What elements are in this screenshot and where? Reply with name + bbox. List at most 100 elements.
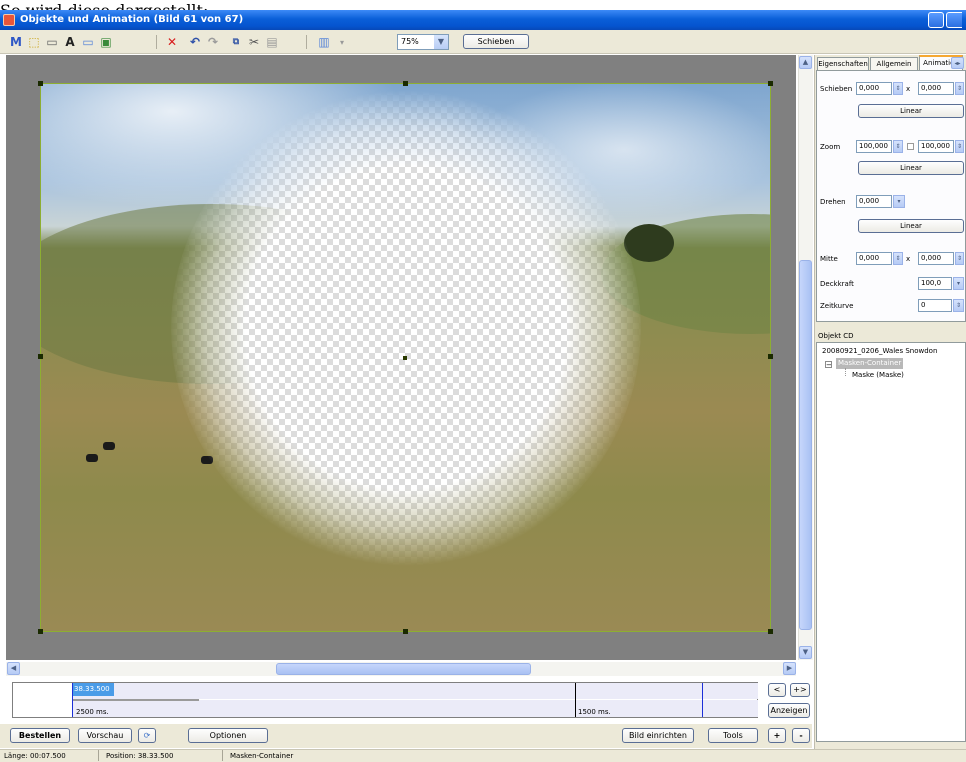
timeline-right-duration: 1500 ms. <box>578 708 611 716</box>
text-a-icon[interactable]: A <box>62 34 78 50</box>
resize-handle[interactable] <box>768 81 773 86</box>
zoom-x-input[interactable]: 100,000 <box>856 140 892 153</box>
opacity-dropdown-icon[interactable]: ▾ <box>953 277 964 290</box>
horizontal-scroll-thumb[interactable] <box>276 663 531 675</box>
spin-icon[interactable]: ⇕ <box>893 252 903 265</box>
add-button[interactable]: + <box>768 728 786 743</box>
remove-button[interactable]: - <box>792 728 810 743</box>
vertical-scroll-thumb[interactable] <box>799 260 812 630</box>
move-y-input[interactable]: 0,000 <box>918 82 954 95</box>
tree-item-image[interactable]: 20080921_0206_Wales Snowdon <box>822 346 937 357</box>
opacity-input[interactable]: 100,0 <box>918 277 952 290</box>
resize-handle[interactable] <box>768 354 773 359</box>
tree-collapse-icon[interactable]: − <box>825 361 832 369</box>
copy-style-icon[interactable]: ⧉ <box>228 34 244 50</box>
align-dropdown-icon[interactable]: ▾ <box>334 34 350 50</box>
rotate-dropdown-icon[interactable]: ▾ <box>893 195 905 208</box>
redo-icon[interactable]: ↷ <box>205 34 221 50</box>
preview-button[interactable]: Vorschau <box>78 728 132 743</box>
timeline-selected-time[interactable]: 38.33.500 <box>72 683 114 696</box>
scroll-down-icon[interactable]: ▼ <box>799 646 812 659</box>
window-titlebar: Objekte und Animation (Bild 61 von 67) <box>0 10 966 30</box>
tools-button[interactable]: Tools <box>708 728 758 743</box>
status-length: Länge: 00:07.500 <box>4 752 66 760</box>
resize-handle[interactable] <box>38 354 43 359</box>
timeline-fit-button[interactable]: Anzeigen <box>768 703 810 718</box>
zoom-y-input[interactable]: 100,000 <box>918 140 954 153</box>
rotate-mode-value: Linear <box>900 222 922 230</box>
chevron-down-icon: ▼ <box>434 35 448 49</box>
timeline-track[interactable] <box>72 683 758 699</box>
toolbar: M ⬚ ▭ A ▭ ▣ ✕ ↶ ↷ ⧉ ✂ ▤ ▥ ▾ 75% ▼ Schieb… <box>0 30 966 54</box>
rotate-input[interactable]: 0,000 <box>856 195 892 208</box>
refresh-icon[interactable]: ⟳ <box>138 728 156 743</box>
spin-icon[interactable]: ⇕ <box>955 82 964 95</box>
zoom-mode-select[interactable]: Linear <box>858 161 964 175</box>
timeline-next-button[interactable]: +> <box>790 683 810 697</box>
timeline-keyframe[interactable] <box>575 683 576 717</box>
status-separator <box>222 750 223 761</box>
timeline-end-marker[interactable] <box>702 683 703 717</box>
spin-icon[interactable]: ⇕ <box>955 252 964 265</box>
center-point[interactable] <box>403 356 407 360</box>
center-label: Mitte <box>820 255 838 263</box>
button-icon[interactable]: ▭ <box>44 34 60 50</box>
frame-icon[interactable]: ⬚ <box>26 34 42 50</box>
align-icon[interactable]: ▥ <box>316 34 332 50</box>
image-icon[interactable]: ▣ <box>98 34 114 50</box>
zoom-lock-checkbox[interactable] <box>907 143 914 150</box>
setup-image-button[interactable]: Bild einrichten <box>622 728 694 743</box>
center-x-input[interactable]: 0,000 <box>856 252 892 265</box>
tree-item-mask[interactable]: Maske (Maske) <box>852 370 904 381</box>
timeline-progress <box>72 699 199 701</box>
zoom-select[interactable]: 75% ▼ <box>397 34 449 50</box>
resize-handle[interactable] <box>403 81 408 86</box>
tree-shape <box>624 224 674 262</box>
tree-item-mask-container[interactable]: Masken-Container <box>836 358 904 369</box>
minimize-button[interactable] <box>928 12 944 28</box>
paste-icon[interactable]: ▤ <box>264 34 280 50</box>
spin-icon[interactable]: ⇕ <box>893 140 903 153</box>
move-x-input[interactable]: 0,000 <box>856 82 892 95</box>
spin-icon[interactable]: ⇕ <box>953 299 964 312</box>
app-icon <box>3 14 15 26</box>
timeline-playhead[interactable] <box>72 683 73 717</box>
object-tree[interactable] <box>816 342 966 742</box>
resize-handle[interactable] <box>403 629 408 634</box>
timecurve-label: Zeitkurve <box>820 302 854 310</box>
timecurve-input[interactable]: 0 <box>918 299 952 312</box>
spin-icon[interactable]: ⇕ <box>955 140 964 153</box>
tabs-scroll-icon[interactable]: ◂▸ <box>951 57 964 69</box>
resize-handle[interactable] <box>38 629 43 634</box>
center-y-input[interactable]: 0,000 <box>918 252 954 265</box>
opacity-label: Deckkraft <box>820 280 854 288</box>
undo-icon[interactable]: ↶ <box>187 34 203 50</box>
resize-handle[interactable] <box>38 81 43 86</box>
move-mode-value: Linear <box>900 107 922 115</box>
tab-general[interactable]: Allgemein <box>870 57 918 70</box>
scroll-up-icon[interactable]: ▲ <box>799 56 812 69</box>
page-caption: So wird diese dargestellt: <box>0 0 966 10</box>
rotate-label: Drehen <box>820 198 846 206</box>
timeline-left-duration: 2500 ms. <box>76 708 109 716</box>
scroll-left-icon[interactable]: ◀ <box>7 662 20 675</box>
move-button[interactable]: Schieben <box>463 34 529 49</box>
scroll-right-icon[interactable]: ▶ <box>783 662 796 675</box>
text-m-icon[interactable]: M <box>8 34 24 50</box>
delete-icon[interactable]: ✕ <box>164 34 180 50</box>
toolbar-separator <box>156 35 157 49</box>
tree-connector <box>845 368 846 376</box>
resize-handle[interactable] <box>768 629 773 634</box>
move-mode-select[interactable]: Linear <box>858 104 964 118</box>
timeline-prev-button[interactable]: < <box>768 683 786 697</box>
timeline-track[interactable] <box>72 700 758 717</box>
rectangle-icon[interactable]: ▭ <box>80 34 96 50</box>
spin-icon[interactable]: ⇕ <box>893 82 903 95</box>
tab-properties[interactable]: Eigenschaften <box>817 57 869 70</box>
order-button[interactable]: Bestellen <box>10 728 70 743</box>
options-button[interactable]: Optionen <box>188 728 268 743</box>
maximize-button[interactable] <box>946 12 962 28</box>
mask-ellipse[interactable] <box>171 89 641 567</box>
cut-icon[interactable]: ✂ <box>246 34 262 50</box>
rotate-mode-select[interactable]: Linear <box>858 219 964 233</box>
